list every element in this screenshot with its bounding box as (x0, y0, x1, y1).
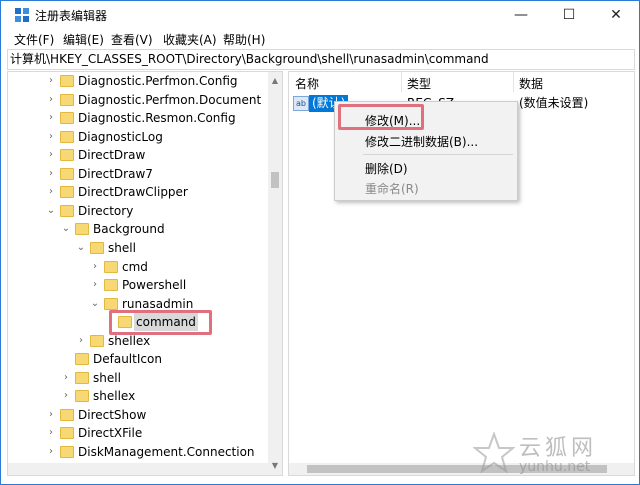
chevron-down-icon[interactable]: ⌄ (46, 202, 56, 220)
tree-item-label: Directory (78, 204, 134, 218)
menu-separator (363, 154, 513, 155)
folder-icon (60, 186, 74, 198)
menu-view[interactable]: 查看(V) (111, 31, 153, 48)
chevron-right-icon[interactable]: › (46, 109, 56, 127)
chevron-down-icon[interactable]: ⌄ (90, 295, 100, 313)
menu-item-delete[interactable]: 删除(D) (365, 160, 408, 177)
column-header-name[interactable]: 名称 (295, 75, 319, 92)
folder-icon (60, 446, 74, 458)
tree-item-label: Diagnostic.Resmon.Config (78, 111, 236, 125)
menu-file[interactable]: 文件(F) (14, 31, 54, 48)
column-divider[interactable] (401, 72, 402, 92)
folder-icon (60, 131, 74, 143)
chevron-right-icon[interactable]: › (90, 258, 100, 276)
menu-edit[interactable]: 编辑(E) (63, 31, 104, 48)
watermark: 云狐网 yunhu.net (471, 426, 640, 485)
folder-icon (60, 409, 74, 421)
address-bar[interactable]: 计算机\HKEY_CLASSES_ROOT\Directory\Backgrou… (7, 49, 635, 70)
chevron-right-icon[interactable]: › (46, 72, 56, 90)
chevron-right-icon[interactable]: › (46, 424, 56, 442)
folder-icon (104, 298, 118, 310)
chevron-right-icon[interactable]: › (46, 406, 56, 424)
folder-icon (60, 168, 74, 180)
scrollbar-thumb[interactable] (271, 172, 279, 188)
tree-item-label: DirectDraw (78, 148, 146, 162)
tree-vertical-scrollbar[interactable]: ▲ ▼ (268, 72, 282, 475)
folder-icon (75, 372, 89, 384)
scroll-down-arrow-icon[interactable]: ▼ (268, 459, 282, 473)
column-header-data[interactable]: 数据 (519, 75, 543, 92)
value-data: (数值未设置) (519, 96, 589, 110)
tree-item-label: DirectXFile (78, 426, 143, 440)
tree-item-label: shell (93, 371, 121, 385)
chevron-right-icon[interactable]: › (90, 276, 100, 294)
minimize-button[interactable]: — (498, 1, 544, 29)
folder-icon (60, 112, 74, 124)
watermark-cn: 云狐网 (519, 436, 598, 461)
folder-icon (90, 335, 104, 347)
folder-icon (75, 223, 89, 235)
maximize-button[interactable]: ☐ (546, 1, 592, 29)
menu-favorites[interactable]: 收藏夹(A) (163, 31, 217, 48)
highlight-box-command (109, 310, 212, 335)
folder-icon (60, 75, 74, 87)
tree-item-label: shell (108, 241, 136, 255)
star-logo-icon (473, 432, 515, 474)
tree-item-label: DirectDrawClipper (78, 185, 188, 199)
regedit-icon (15, 8, 29, 22)
tree-item-label: cmd (122, 260, 148, 274)
folder-icon (104, 279, 118, 291)
watermark-en: yunhu.net (519, 459, 591, 475)
title-bar[interactable]: 注册表编辑器 — ☐ ✕ (1, 1, 639, 29)
folder-icon (75, 353, 89, 365)
highlight-box-modify (338, 104, 424, 130)
menu-item-modify-binary[interactable]: 修改二进制数据(B)... (365, 133, 478, 150)
close-button[interactable]: ✕ (593, 1, 639, 29)
chevron-right-icon[interactable]: › (46, 443, 56, 461)
menu-help[interactable]: 帮助(H) (223, 31, 265, 48)
tree-horizontal-scrollbar[interactable] (8, 463, 268, 475)
tree-item-label: Diagnostic.Perfmon.Config (78, 74, 238, 88)
column-divider[interactable] (513, 72, 514, 92)
key-tree-pane: › Diagnostic.Perfmon.Config › Diagnostic… (7, 71, 283, 476)
folder-icon (60, 427, 74, 439)
chevron-right-icon[interactable]: › (46, 165, 56, 183)
chevron-right-icon[interactable]: › (61, 387, 71, 405)
tree-item-label: DefaultIcon (93, 352, 162, 366)
tree-item-label: Diagnostic.Perfmon.Document (78, 93, 262, 107)
folder-icon (60, 149, 74, 161)
tree-item-label: DiagnosticLog (78, 130, 163, 144)
chevron-right-icon[interactable]: › (46, 91, 56, 109)
folder-icon (75, 390, 89, 402)
tree-item-label: Powershell (122, 278, 187, 292)
string-value-icon: ab (293, 96, 309, 111)
folder-icon (60, 205, 74, 217)
chevron-right-icon[interactable]: › (61, 369, 71, 387)
folder-icon (60, 94, 74, 106)
menu-item-rename: 重命名(R) (365, 182, 419, 196)
registry-editor-window: 注册表编辑器 — ☐ ✕ 文件(F) 编辑(E) 查看(V) 收藏夹(A) 帮助… (0, 0, 640, 485)
tree-item-label: DirectShow (78, 408, 147, 422)
scroll-up-arrow-icon[interactable]: ▲ (268, 74, 282, 88)
folder-icon (90, 242, 104, 254)
tree-item-label: shellex (93, 389, 136, 403)
folder-icon (104, 261, 118, 273)
chevron-down-icon[interactable]: ⌄ (61, 220, 71, 238)
chevron-right-icon[interactable]: › (76, 332, 86, 350)
chevron-down-icon[interactable]: ⌄ (76, 239, 86, 257)
tree-item-label: DiskManagement.Connection (78, 445, 255, 459)
menu-bar: 文件(F) 编辑(E) 查看(V) 收藏夹(A) 帮助(H) (1, 29, 639, 49)
tree-item-label: Background (93, 222, 165, 236)
window-title: 注册表编辑器 (35, 9, 108, 23)
chevron-right-icon[interactable]: › (46, 146, 56, 164)
tree-item-label: DirectDraw7 (78, 167, 153, 181)
chevron-right-icon[interactable]: › (46, 128, 56, 146)
chevron-right-icon[interactable]: › (46, 183, 56, 201)
column-header-type[interactable]: 类型 (407, 75, 431, 92)
